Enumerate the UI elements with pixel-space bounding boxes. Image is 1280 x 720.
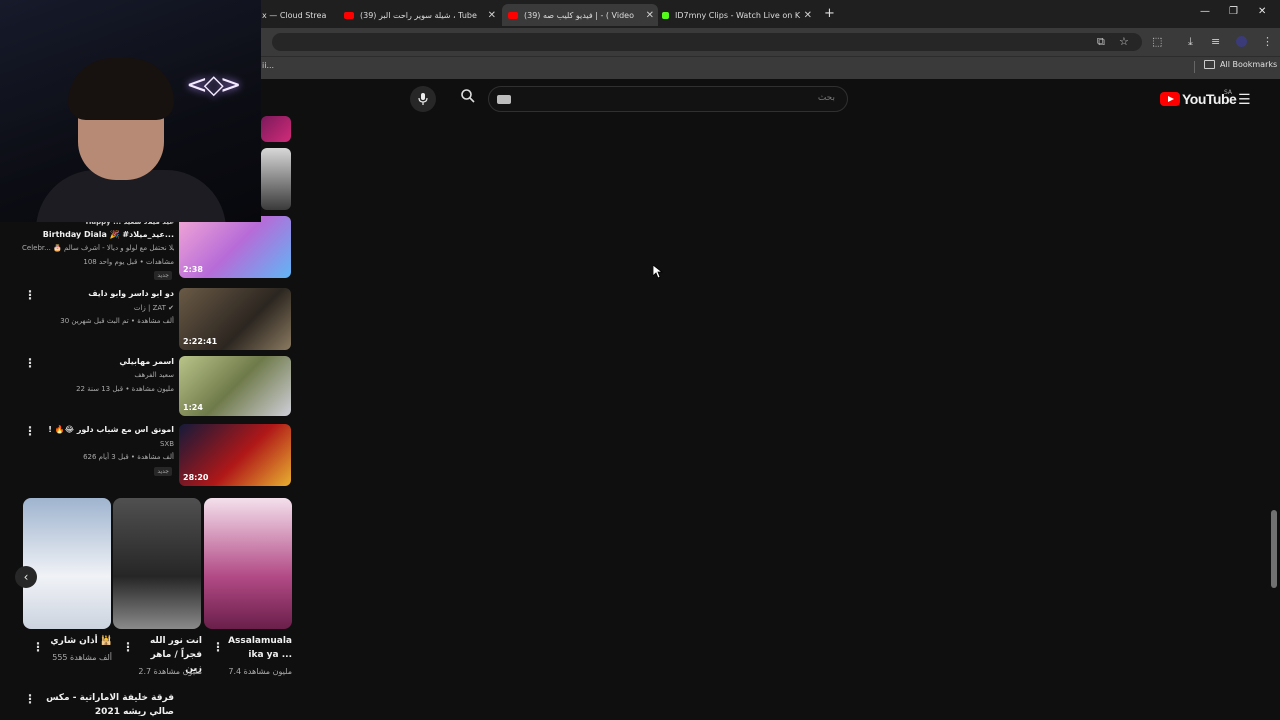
- browser-tab-kick[interactable]: ID7mny Clips - Watch Live on K ✕: [662, 4, 816, 26]
- webcam-hair: [68, 58, 174, 120]
- close-tab-icon[interactable]: ✕: [646, 10, 654, 21]
- video-thumbnail[interactable]: 2:38: [179, 216, 291, 278]
- extensions-icon[interactable]: ⬚: [1152, 35, 1162, 48]
- new-tab-button[interactable]: +: [824, 6, 835, 21]
- country-code: SA: [1224, 89, 1233, 96]
- channel-name[interactable]: سعيد الفرهف: [134, 371, 174, 379]
- short-thumbnail[interactable]: [23, 498, 111, 629]
- new-badge: جديد: [154, 271, 172, 280]
- bookmark-star-icon[interactable]: ☆: [1119, 35, 1129, 48]
- more-actions-icon[interactable]: ⋮: [24, 692, 36, 706]
- all-bookmarks-label: All Bookmarks: [1220, 60, 1278, 69]
- short-thumbnail[interactable]: [113, 498, 201, 629]
- video-duration: 1:24: [183, 403, 203, 412]
- more-actions-icon[interactable]: ⋮: [32, 640, 44, 654]
- search-icon: [461, 89, 475, 103]
- channel-name[interactable]: SXB: [160, 440, 174, 448]
- video-thumbnail[interactable]: [261, 116, 291, 142]
- tab-title: (39) فيديو كليب صه | - ( Video: [524, 10, 634, 20]
- guide-menu-button[interactable]: ☰: [1238, 92, 1251, 108]
- page-scrollbar[interactable]: [1271, 510, 1277, 588]
- short-views: 7.4 مليون مشاهدة: [228, 667, 292, 676]
- channel-name[interactable]: Celebr... 🎂 يلا نحتفل مع لولو و ديالا - …: [22, 244, 174, 252]
- close-window-button[interactable]: ✕: [1258, 6, 1266, 17]
- more-actions-icon[interactable]: ⋮: [24, 424, 36, 438]
- video-title[interactable]: ! 🔥😂 امونق اس مع شباب دلور: [48, 425, 174, 434]
- more-actions-icon[interactable]: ⋮: [122, 640, 134, 654]
- stream-logo: <◇>: [186, 70, 242, 100]
- new-badge: جديد: [154, 467, 172, 476]
- short-views: 555 ألف مشاهدة: [52, 653, 112, 662]
- video-stats: 22 مليون مشاهدة • قبل 13 سنة: [76, 385, 174, 393]
- video-thumbnail[interactable]: 1:24: [179, 356, 291, 416]
- folder-icon: [1204, 60, 1215, 69]
- chevron-left-icon[interactable]: ‹: [15, 566, 37, 588]
- media-control-icon[interactable]: ≡: [1211, 35, 1220, 48]
- video-title[interactable]: Birthday Diala 🎉 #عيد_ميلاد...: [43, 230, 174, 239]
- video-stats: 30 ألف مشاهدة • تم البث قبل شهرين: [60, 317, 174, 325]
- short-title[interactable]: أذان شاري 🕌: [48, 634, 112, 648]
- keyboard-icon[interactable]: [497, 95, 511, 104]
- video-stats: 108 مشاهدات • قبل يوم واحد: [83, 258, 174, 266]
- microphone-icon: [418, 93, 428, 105]
- voice-search-button[interactable]: [410, 86, 436, 112]
- youtube-favicon-icon: [344, 11, 354, 19]
- more-actions-icon[interactable]: ⋮: [24, 288, 36, 302]
- short-thumbnail[interactable]: [204, 498, 292, 629]
- tab-title: (39) شيلة سوير راحت البر ، Tube: [360, 10, 477, 20]
- bookmark-item[interactable]: ii...: [262, 61, 274, 70]
- video-duration: 2:22:41: [183, 337, 218, 346]
- mouse-cursor-icon: [653, 265, 663, 279]
- profile-avatar[interactable]: [1236, 36, 1247, 47]
- video-duration: 28:20: [183, 473, 209, 482]
- browser-tab-youtube-1[interactable]: (39) شيلة سوير راحت البر ، Tube ✕: [344, 4, 500, 26]
- kick-favicon-icon: [662, 11, 669, 19]
- video-stats: 626 ألف مشاهدة • قبل 3 أيام: [83, 453, 174, 461]
- youtube-favicon-icon: [508, 11, 518, 19]
- channel-name[interactable]: زات | ZAT ✔: [134, 304, 174, 312]
- video-title[interactable]: دو ابو داسر وابو دايف: [88, 289, 174, 298]
- bookmarks-divider: [1194, 61, 1195, 73]
- search-button[interactable]: [452, 88, 484, 110]
- download-icon[interactable]: ⤓: [1188, 35, 1193, 49]
- search-placeholder: بحث: [817, 93, 835, 103]
- tab-title: ID7mny Clips - Watch Live on K: [675, 10, 801, 20]
- more-actions-icon[interactable]: ⋮: [24, 356, 36, 370]
- browser-tab-cloud[interactable]: x — Cloud Strea: [262, 4, 342, 26]
- video-title[interactable]: اسمر مهابيلي: [119, 357, 174, 366]
- video-thumbnail[interactable]: [261, 148, 291, 210]
- short-views: 2.7 مليون مشاهدة: [138, 667, 202, 676]
- minimize-button[interactable]: —: [1200, 6, 1210, 17]
- tab-title: x — Cloud Strea: [262, 10, 327, 20]
- install-app-icon[interactable]: ⧉: [1097, 35, 1105, 49]
- browser-tab-youtube-active[interactable]: (39) فيديو كليب صه | - ( Video ✕: [502, 4, 658, 26]
- address-bar[interactable]: [272, 33, 1142, 51]
- all-bookmarks-button[interactable]: All Bookmarks: [1204, 60, 1277, 69]
- youtube-play-icon: [1160, 92, 1180, 106]
- close-tab-icon[interactable]: ✕: [804, 10, 812, 21]
- close-tab-icon[interactable]: ✕: [488, 10, 496, 21]
- video-thumbnail[interactable]: 2:22:41: [179, 288, 291, 350]
- short-title[interactable]: Assalamuala ika ya ...: [226, 634, 292, 662]
- search-input[interactable]: بحث: [488, 86, 848, 112]
- video-thumbnail[interactable]: 28:20: [179, 424, 291, 486]
- webcam-overlay: <◇>: [0, 0, 261, 222]
- youtube-logo[interactable]: YouTube SA: [1160, 89, 1237, 107]
- chrome-menu-icon[interactable]: ⋮: [1262, 35, 1273, 48]
- video-duration: 2:38: [183, 265, 203, 274]
- restore-button[interactable]: ❐: [1229, 6, 1238, 17]
- video-title[interactable]: فرقة خليفة الاماراتية - مكس صالي ريشه 20…: [40, 691, 174, 719]
- more-actions-icon[interactable]: ⋮: [212, 640, 224, 654]
